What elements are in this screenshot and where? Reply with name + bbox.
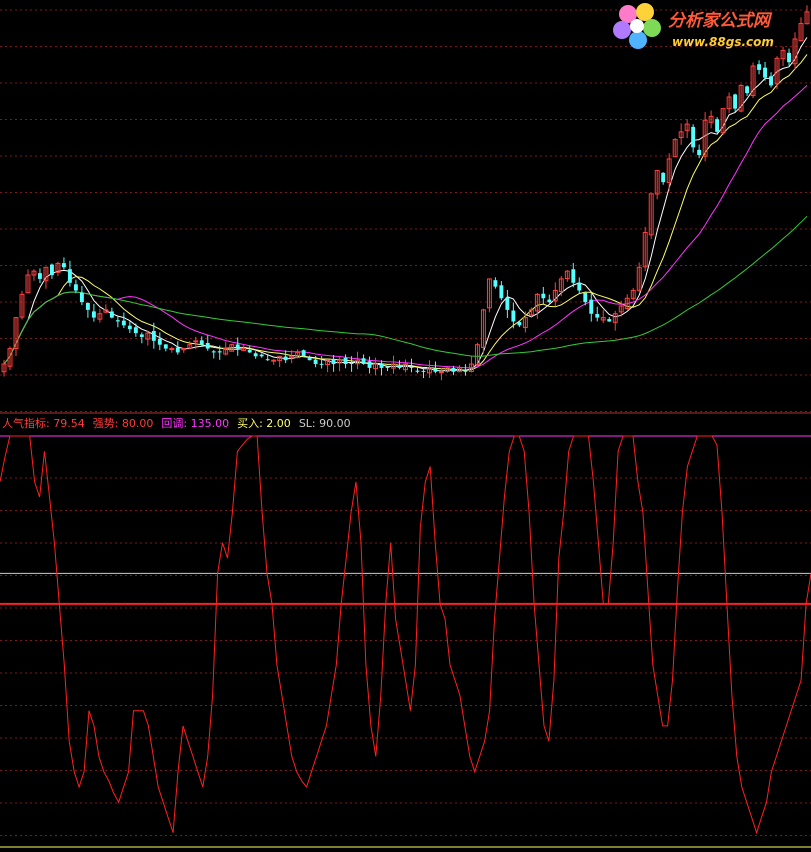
candle-body-down bbox=[109, 311, 114, 318]
candle-body-down bbox=[379, 364, 384, 368]
candle-body-down bbox=[85, 302, 90, 310]
candle-body-down bbox=[235, 344, 240, 349]
candle-body-down bbox=[547, 299, 552, 303]
candle-body-down bbox=[757, 64, 762, 70]
legend-entry: SL: 90.00 bbox=[299, 417, 351, 430]
candle-body-down bbox=[367, 361, 372, 368]
candle-body-down bbox=[607, 319, 612, 322]
legend-entry: 买入: 2.00 bbox=[237, 417, 291, 430]
candle-body-down bbox=[463, 370, 468, 372]
candle-body-down bbox=[745, 86, 750, 94]
candle-body-down bbox=[265, 359, 270, 361]
candle-body-down bbox=[163, 344, 168, 349]
candle-body-down bbox=[49, 264, 54, 276]
candle-body-down bbox=[361, 358, 366, 365]
watermark-name: 分析家公式网 bbox=[668, 11, 773, 31]
candle-body-down bbox=[385, 366, 390, 368]
candle-body-down bbox=[127, 325, 132, 330]
candle-body-down bbox=[307, 358, 312, 361]
candle-body-down bbox=[151, 330, 156, 341]
candle-body-down bbox=[499, 285, 504, 299]
candle-body-down bbox=[433, 368, 438, 372]
candle-body-down bbox=[139, 334, 144, 337]
candle-body-down bbox=[763, 67, 767, 78]
candle-body-down bbox=[505, 297, 510, 310]
candle-body-down bbox=[67, 269, 72, 283]
candle-body-down bbox=[595, 314, 600, 318]
candle-body-down bbox=[493, 280, 498, 287]
candle-body-down bbox=[661, 172, 666, 183]
candle-body-down bbox=[157, 338, 162, 345]
candle-body-down bbox=[115, 320, 120, 322]
candle-body-down bbox=[205, 342, 210, 349]
candle-body-up bbox=[169, 348, 175, 351]
candle-body-down bbox=[133, 327, 138, 334]
legend-entry: 强势: 80.00 bbox=[93, 417, 154, 430]
candle-body-down bbox=[247, 349, 252, 353]
candle-body-down bbox=[91, 311, 96, 318]
watermark-url: www.88gs.com bbox=[672, 35, 774, 49]
candle-body-down bbox=[313, 359, 318, 365]
candle-body-down bbox=[331, 359, 336, 365]
candle-body-down bbox=[583, 292, 588, 303]
candle-body-down bbox=[121, 320, 126, 326]
candle-body-down bbox=[73, 284, 78, 291]
candle-body-up bbox=[439, 371, 444, 374]
candle-body-down bbox=[319, 363, 324, 365]
stock-chart: 人气指标: 79.54 强势: 80.00 回调: 135.00 买入: 2.00 SL… bbox=[0, 0, 811, 852]
candle-body-down bbox=[217, 351, 222, 353]
candle-body-down bbox=[199, 340, 204, 345]
candle-body-down bbox=[769, 76, 773, 86]
candle-body-down bbox=[517, 321, 522, 326]
candle-body-down bbox=[301, 350, 306, 357]
candle-body-down bbox=[349, 362, 354, 365]
candle-body-down bbox=[259, 354, 264, 357]
candle-body-down bbox=[175, 347, 180, 353]
candle-body-down bbox=[787, 52, 791, 63]
candle-body-down bbox=[451, 367, 456, 372]
candle-body-down bbox=[415, 370, 420, 372]
candle-body-down bbox=[589, 299, 594, 314]
candle-body-down bbox=[715, 119, 720, 132]
candle-body-down bbox=[79, 292, 84, 303]
candle-body-down bbox=[397, 366, 402, 368]
candle-body-down bbox=[343, 357, 348, 365]
indicator-legend: 人气指标: 79.54 强势: 80.00 回调: 135.00 买入: 2.00 SL… bbox=[2, 416, 351, 430]
legend-entry: 人气指标: 79.54 bbox=[2, 416, 85, 430]
candle-body-down bbox=[691, 126, 696, 148]
candle-body-down bbox=[577, 282, 582, 291]
candle-body-down bbox=[697, 149, 702, 156]
candle-body-down bbox=[421, 370, 426, 372]
candle-body-down bbox=[541, 293, 546, 299]
candle-body-down bbox=[283, 356, 288, 361]
candle-body-down bbox=[511, 310, 516, 322]
candle-body-down bbox=[409, 366, 414, 368]
candle-body-down bbox=[61, 263, 66, 268]
legend-entry: 回调: 135.00 bbox=[161, 417, 229, 430]
candle-body-down bbox=[253, 353, 258, 357]
candle-body-down bbox=[211, 351, 216, 353]
candle-body-up bbox=[271, 359, 277, 362]
candle-body-down bbox=[733, 94, 738, 109]
candle-body-down bbox=[571, 269, 576, 283]
candle-body-down bbox=[38, 273, 42, 279]
